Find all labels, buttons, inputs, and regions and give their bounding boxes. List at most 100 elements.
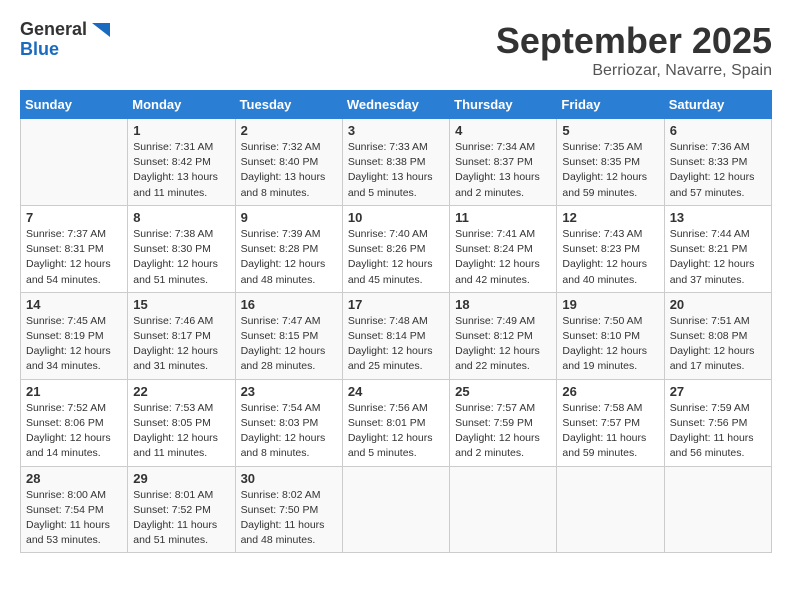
- day-number: 25: [455, 384, 551, 399]
- calendar-cell: 7Sunrise: 7:37 AM Sunset: 8:31 PM Daylig…: [21, 205, 128, 292]
- cell-content: Sunrise: 7:38 AM Sunset: 8:30 PM Dayligh…: [133, 227, 229, 288]
- day-number: 11: [455, 210, 551, 225]
- day-number: 1: [133, 123, 229, 138]
- cell-content: Sunrise: 7:47 AM Sunset: 8:15 PM Dayligh…: [241, 314, 337, 375]
- cell-content: Sunrise: 8:00 AM Sunset: 7:54 PM Dayligh…: [26, 488, 122, 549]
- cell-content: Sunrise: 7:46 AM Sunset: 8:17 PM Dayligh…: [133, 314, 229, 375]
- calendar-cell: 11 Sunrise: 7:41 AM Sunset: 8:24 PM Dayli…: [450, 205, 557, 292]
- day-number: 26: [562, 384, 658, 399]
- cell-content: Sunrise: 7:57 AM Sunset: 7:59 PM Dayligh…: [455, 401, 551, 462]
- logo-arrow-icon: [92, 23, 110, 37]
- cell-content: Sunrise: 7:50 AM Sunset: 8:10 PM Dayligh…: [562, 314, 658, 375]
- calendar-week-5: 28 Sunrise: 8:00 AM Sunset: 7:54 PM Dayli…: [21, 466, 772, 553]
- calendar-cell: 23 Sunrise: 7:54 AM Sunset: 8:03 PM Dayli…: [235, 379, 342, 466]
- header-day-tuesday: Tuesday: [235, 91, 342, 119]
- day-number: 29: [133, 471, 229, 486]
- calendar-cell: 9 Sunrise: 7:39 AM Sunset: 8:28 PM Daylig…: [235, 205, 342, 292]
- cell-content: Sunrise: 7:48 AM Sunset: 8:14 PM Dayligh…: [348, 314, 444, 375]
- calendar-cell: 10 Sunrise: 7:40 AM Sunset: 8:26 PM Dayli…: [342, 205, 449, 292]
- calendar-cell: 3 Sunrise: 7:33 AM Sunset: 8:38 PM Daylig…: [342, 119, 449, 206]
- day-number: 19: [562, 297, 658, 312]
- month-title: September 2025: [496, 20, 772, 62]
- day-number: 13: [670, 210, 766, 225]
- calendar-cell: 29 Sunrise: 8:01 AM Sunset: 7:52 PM Dayli…: [128, 466, 235, 553]
- day-number: 5: [562, 123, 658, 138]
- day-number: 10: [348, 210, 444, 225]
- day-number: 23: [241, 384, 337, 399]
- calendar-cell: 22Sunrise: 7:53 AM Sunset: 8:05 PM Dayli…: [128, 379, 235, 466]
- cell-content: Sunrise: 7:54 AM Sunset: 8:03 PM Dayligh…: [241, 401, 337, 462]
- header-day-sunday: Sunday: [21, 91, 128, 119]
- cell-content: Sunrise: 7:52 AM Sunset: 8:06 PM Dayligh…: [26, 401, 122, 462]
- calendar-cell: [450, 466, 557, 553]
- cell-content: Sunrise: 7:51 AM Sunset: 8:08 PM Dayligh…: [670, 314, 766, 375]
- day-number: 21: [26, 384, 122, 399]
- day-number: 27: [670, 384, 766, 399]
- day-number: 17: [348, 297, 444, 312]
- cell-content: Sunrise: 7:33 AM Sunset: 8:38 PM Dayligh…: [348, 140, 444, 201]
- calendar-week-4: 21 Sunrise: 7:52 AM Sunset: 8:06 PM Dayli…: [21, 379, 772, 466]
- cell-content: Sunrise: 7:56 AM Sunset: 8:01 PM Dayligh…: [348, 401, 444, 462]
- cell-content: Sunrise: 7:35 AM Sunset: 8:35 PM Dayligh…: [562, 140, 658, 201]
- calendar-week-1: 1 Sunrise: 7:31 AM Sunset: 8:42 PM Daylig…: [21, 119, 772, 206]
- calendar-cell: 24 Sunrise: 7:56 AM Sunset: 8:01 PM Dayli…: [342, 379, 449, 466]
- calendar-cell: 2 Sunrise: 7:32 AM Sunset: 8:40 PM Daylig…: [235, 119, 342, 206]
- header-day-thursday: Thursday: [450, 91, 557, 119]
- calendar-week-2: 7Sunrise: 7:37 AM Sunset: 8:31 PM Daylig…: [21, 205, 772, 292]
- calendar-cell: 5 Sunrise: 7:35 AM Sunset: 8:35 PM Daylig…: [557, 119, 664, 206]
- cell-content: Sunrise: 7:40 AM Sunset: 8:26 PM Dayligh…: [348, 227, 444, 288]
- calendar-cell: 13 Sunrise: 7:44 AM Sunset: 8:21 PM Dayli…: [664, 205, 771, 292]
- calendar-cell: 6 Sunrise: 7:36 AM Sunset: 8:33 PM Daylig…: [664, 119, 771, 206]
- cell-content: Sunrise: 7:45 AM Sunset: 8:19 PM Dayligh…: [26, 314, 122, 375]
- header-day-monday: Monday: [128, 91, 235, 119]
- day-number: 7: [26, 210, 122, 225]
- calendar-cell: [664, 466, 771, 553]
- calendar-table: SundayMondayTuesdayWednesdayThursdayFrid…: [20, 90, 772, 553]
- cell-content: Sunrise: 7:41 AM Sunset: 8:24 PM Dayligh…: [455, 227, 551, 288]
- day-number: 2: [241, 123, 337, 138]
- calendar-cell: 30Sunrise: 8:02 AM Sunset: 7:50 PM Dayli…: [235, 466, 342, 553]
- day-number: 9: [241, 210, 337, 225]
- calendar-cell: 15 Sunrise: 7:46 AM Sunset: 8:17 PM Dayli…: [128, 292, 235, 379]
- cell-content: Sunrise: 7:31 AM Sunset: 8:42 PM Dayligh…: [133, 140, 229, 201]
- calendar-week-3: 14 Sunrise: 7:45 AM Sunset: 8:19 PM Dayli…: [21, 292, 772, 379]
- calendar-cell: 21 Sunrise: 7:52 AM Sunset: 8:06 PM Dayli…: [21, 379, 128, 466]
- day-number: 6: [670, 123, 766, 138]
- calendar-cell: 25 Sunrise: 7:57 AM Sunset: 7:59 PM Dayli…: [450, 379, 557, 466]
- calendar-cell: 12 Sunrise: 7:43 AM Sunset: 8:23 PM Dayli…: [557, 205, 664, 292]
- cell-content: Sunrise: 7:58 AM Sunset: 7:57 PM Dayligh…: [562, 401, 658, 462]
- calendar-cell: 26 Sunrise: 7:58 AM Sunset: 7:57 PM Dayli…: [557, 379, 664, 466]
- cell-content: Sunrise: 7:49 AM Sunset: 8:12 PM Dayligh…: [455, 314, 551, 375]
- calendar-cell: 18Sunrise: 7:49 AM Sunset: 8:12 PM Dayli…: [450, 292, 557, 379]
- calendar-cell: 19 Sunrise: 7:50 AM Sunset: 8:10 PM Dayli…: [557, 292, 664, 379]
- calendar-cell: [342, 466, 449, 553]
- calendar-cell: 16 Sunrise: 7:47 AM Sunset: 8:15 PM Dayli…: [235, 292, 342, 379]
- location: Berriozar, Navarre, Spain: [496, 62, 772, 80]
- calendar-cell: 17 Sunrise: 7:48 AM Sunset: 8:14 PM Dayli…: [342, 292, 449, 379]
- calendar-cell: 1 Sunrise: 7:31 AM Sunset: 8:42 PM Daylig…: [128, 119, 235, 206]
- day-number: 15: [133, 297, 229, 312]
- cell-content: Sunrise: 7:32 AM Sunset: 8:40 PM Dayligh…: [241, 140, 337, 201]
- calendar-cell: 14 Sunrise: 7:45 AM Sunset: 8:19 PM Dayli…: [21, 292, 128, 379]
- day-number: 3: [348, 123, 444, 138]
- cell-content: Sunrise: 7:59 AM Sunset: 7:56 PM Dayligh…: [670, 401, 766, 462]
- calendar-cell: 8 Sunrise: 7:38 AM Sunset: 8:30 PM Daylig…: [128, 205, 235, 292]
- cell-content: Sunrise: 7:34 AM Sunset: 8:37 PM Dayligh…: [455, 140, 551, 201]
- cell-content: Sunrise: 7:36 AM Sunset: 8:33 PM Dayligh…: [670, 140, 766, 201]
- day-number: 14: [26, 297, 122, 312]
- cell-content: Sunrise: 8:01 AM Sunset: 7:52 PM Dayligh…: [133, 488, 229, 549]
- calendar-cell: 28 Sunrise: 8:00 AM Sunset: 7:54 PM Dayli…: [21, 466, 128, 553]
- day-number: 4: [455, 123, 551, 138]
- day-number: 28: [26, 471, 122, 486]
- cell-content: Sunrise: 7:43 AM Sunset: 8:23 PM Dayligh…: [562, 227, 658, 288]
- cell-content: Sunrise: 7:39 AM Sunset: 8:28 PM Dayligh…: [241, 227, 337, 288]
- header-row: SundayMondayTuesdayWednesdayThursdayFrid…: [21, 91, 772, 119]
- cell-content: Sunrise: 7:44 AM Sunset: 8:21 PM Dayligh…: [670, 227, 766, 288]
- day-number: 16: [241, 297, 337, 312]
- day-number: 20: [670, 297, 766, 312]
- day-number: 24: [348, 384, 444, 399]
- day-number: 12: [562, 210, 658, 225]
- day-number: 22: [133, 384, 229, 399]
- day-number: 8: [133, 210, 229, 225]
- calendar-cell: 4 Sunrise: 7:34 AM Sunset: 8:37 PM Daylig…: [450, 119, 557, 206]
